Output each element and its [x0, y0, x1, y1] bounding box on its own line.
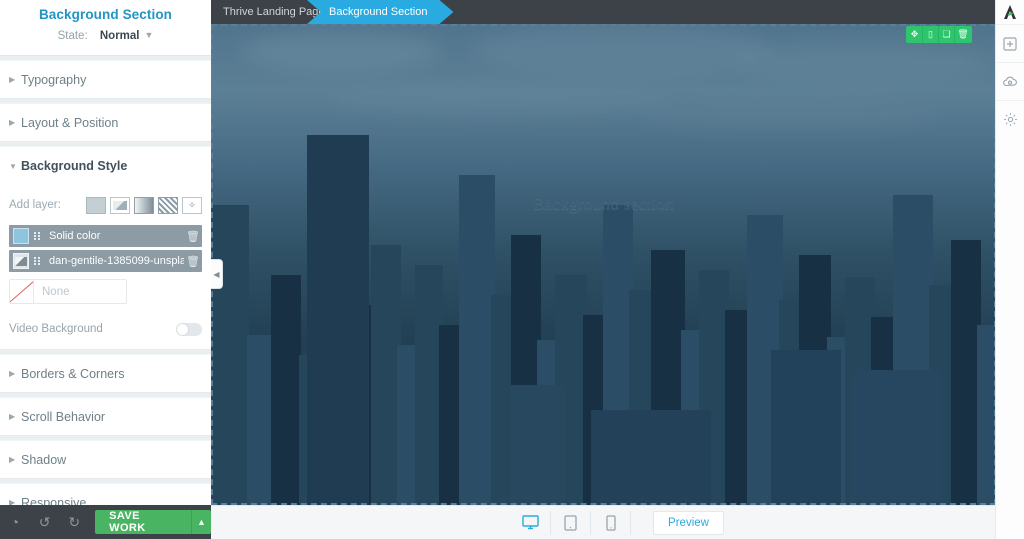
- section-borders-corners[interactable]: ▶ Borders & Corners: [0, 354, 211, 393]
- right-toolbar-rail: [995, 0, 1024, 539]
- move-icon[interactable]: ✥: [907, 26, 923, 43]
- layer-item-image[interactable]: dan-gentile-1385099-unsplash... 🗑: [9, 250, 202, 272]
- section-layout-position[interactable]: ▶ Layout & Position: [0, 103, 211, 142]
- solid-color-overlay-layer: [211, 24, 996, 505]
- no-color-swatch-icon[interactable]: [10, 280, 34, 303]
- section-typography[interactable]: ▶ Typography: [0, 60, 211, 99]
- layer-item-solid-color[interactable]: Solid color 🗑: [9, 225, 202, 247]
- pattern-layer-button[interactable]: [158, 196, 178, 214]
- cloud-templates-icon[interactable]: [996, 62, 1024, 100]
- add-layer-row: Add layer: ✧: [9, 191, 202, 219]
- redo-icon[interactable]: ↻: [59, 514, 89, 531]
- settings-accordion: ▶ Typography ▶ Layout & Position ▼ Backg…: [0, 56, 211, 539]
- delete-layer-icon[interactable]: 🗑: [184, 255, 202, 268]
- save-options-chevron-up-icon[interactable]: ▲: [190, 510, 211, 534]
- settings-gear-icon[interactable]: [996, 100, 1024, 138]
- clock-icon[interactable]: ◔: [0, 514, 30, 530]
- panel-header: Background Section State: Normal ▼: [0, 0, 211, 56]
- gradient-layer-button[interactable]: [134, 196, 154, 214]
- chevron-right-icon: ▶: [9, 369, 16, 378]
- delete-layer-icon[interactable]: 🗑: [184, 230, 202, 243]
- solid-color-layer-button[interactable]: [86, 196, 106, 214]
- thrive-logo-icon: [996, 0, 1024, 24]
- effect-layer-button[interactable]: ✧: [182, 196, 202, 214]
- state-value: Normal: [99, 30, 140, 42]
- video-background-toggle[interactable]: [176, 322, 202, 336]
- page-canvas[interactable]: Background section ✥ ▯ ❏ 🗑 ◀: [211, 24, 996, 505]
- add-element-icon[interactable]: [996, 24, 1024, 62]
- state-label: State:: [57, 30, 88, 42]
- device-desktop-icon[interactable]: [511, 510, 552, 535]
- section-label: Layout & Position: [21, 115, 119, 130]
- chevron-down-icon: ▼: [144, 30, 154, 40]
- section-label: Scroll Behavior: [21, 409, 106, 424]
- overlay-none-field[interactable]: None: [9, 279, 127, 304]
- breadcrumb-background-section[interactable]: Background Section: [307, 0, 453, 24]
- device-preview-bar: Preview: [211, 505, 1024, 539]
- section-label: Typography: [21, 72, 87, 87]
- preview-button[interactable]: Preview: [653, 510, 724, 535]
- section-label: Borders & Corners: [21, 366, 125, 381]
- video-background-row: Video Background: [9, 319, 202, 339]
- device-mobile-icon[interactable]: [591, 510, 632, 535]
- state-row: State: Normal ▼: [0, 30, 211, 42]
- section-label: Background Style: [21, 159, 128, 173]
- state-dropdown[interactable]: Normal ▼: [100, 30, 154, 42]
- section-label: Shadow: [21, 452, 67, 467]
- video-background-label: Video Background: [9, 323, 103, 335]
- duplicate-icon[interactable]: ❏: [939, 26, 955, 43]
- layer-color-swatch[interactable]: [13, 228, 29, 244]
- section-scroll-behavior[interactable]: ▶ Scroll Behavior: [0, 397, 211, 436]
- drag-handle-icon[interactable]: [33, 257, 42, 265]
- breadcrumb-bar: Thrive Landing Page Background Section: [211, 0, 1024, 24]
- undo-icon[interactable]: ↺: [30, 514, 60, 531]
- background-style-body: Add layer: ✧ Solid color 🗑 dan-gentile-1…: [0, 185, 211, 350]
- panel-title: Background Section: [38, 7, 173, 22]
- thrive-architect-editor: Background Section State: Normal ▼ ▶ Typo…: [0, 0, 1024, 539]
- section-title-text[interactable]: Background section: [211, 194, 996, 214]
- add-layer-label: Add layer:: [9, 199, 61, 211]
- save-template-icon[interactable]: ▯: [923, 26, 939, 43]
- chevron-right-icon: ▶: [9, 118, 16, 127]
- section-background-style[interactable]: ▼ Background Style: [0, 146, 211, 185]
- canvas-area: Background section ✥ ▯ ❏ 🗑 ◀ ▲ ▼: [211, 24, 1024, 505]
- collapse-panel-handle[interactable]: ◀: [211, 259, 223, 289]
- layer-label: dan-gentile-1385099-unsplash...: [49, 255, 184, 267]
- chevron-right-icon: ▶: [9, 412, 16, 421]
- chevron-down-icon: ▼: [9, 161, 17, 171]
- image-layer-button[interactable]: [110, 196, 130, 214]
- layer-image-thumbnail[interactable]: [13, 253, 29, 269]
- chevron-right-icon: ▶: [9, 75, 16, 84]
- none-placeholder: None: [42, 285, 70, 298]
- device-tablet-icon[interactable]: [551, 510, 592, 535]
- chevron-right-icon: ▶: [9, 455, 16, 464]
- drag-handle-icon[interactable]: [33, 232, 42, 240]
- panel-footer-toolbar: ◔ ↺ ↻ SAVE WORK ▲: [0, 505, 211, 539]
- delete-icon[interactable]: 🗑: [955, 26, 971, 43]
- layer-label: Solid color: [49, 230, 101, 242]
- save-work-button[interactable]: SAVE WORK: [95, 510, 191, 534]
- element-toolbar: ✥ ▯ ❏ 🗑: [906, 26, 972, 43]
- section-shadow[interactable]: ▶ Shadow: [0, 440, 211, 479]
- left-settings-panel: Background Section State: Normal ▼ ▶ Typo…: [0, 0, 211, 539]
